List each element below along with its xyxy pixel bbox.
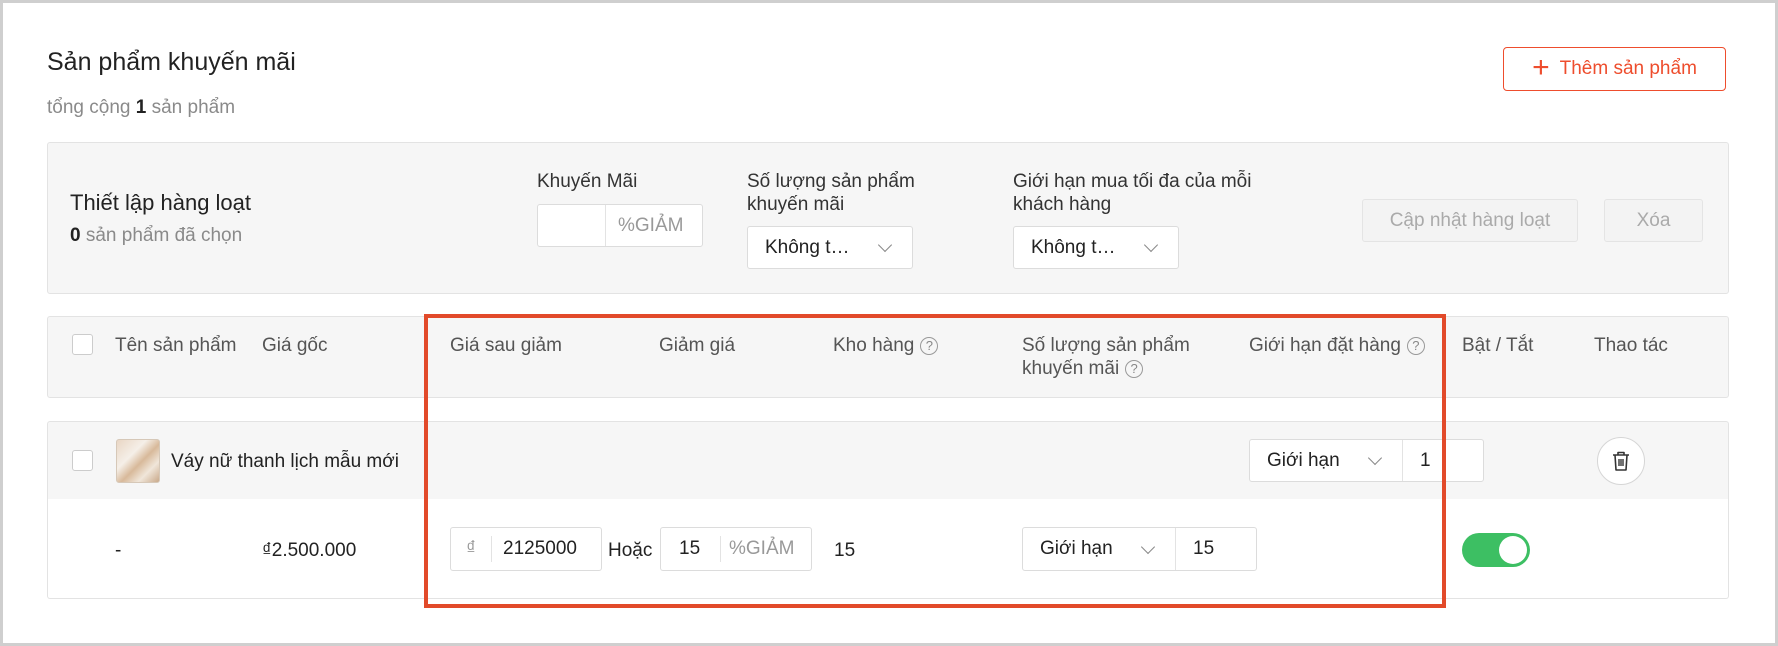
bulk-delete-button[interactable]: Xóa: [1604, 199, 1703, 242]
selected-suffix: sản phẩm đã chọn: [85, 225, 243, 246]
col-sale-price: Giá sau giảm: [450, 335, 562, 356]
bulk-discount-field[interactable]: %GIẢM: [537, 204, 703, 247]
total-suffix: sản phẩm: [151, 97, 236, 118]
total-prefix: tổng cộng: [47, 97, 131, 118]
total-count: 1: [135, 97, 147, 118]
bulk-discount-label: Khuyến Mãi: [537, 171, 638, 192]
product-thumbnail: [116, 439, 160, 483]
col-promo-qty: Số lượng sản phẩm khuyến mãi?: [1022, 334, 1190, 380]
bulk-limit-label-line1: Giới hạn mua tối đa của mỗi: [1013, 171, 1252, 192]
order-limit-select[interactable]: Giới hạn: [1250, 440, 1403, 481]
help-icon[interactable]: ?: [920, 336, 939, 355]
col-original-price: Giá gốc: [262, 335, 328, 356]
bulk-qty-label-line1: Số lượng sản phẩm: [747, 171, 915, 192]
bulk-discount-input[interactable]: [538, 205, 606, 246]
plus-icon: +: [1532, 50, 1550, 84]
chevron-down-icon: [877, 237, 893, 253]
col-actions: Thao tác: [1594, 335, 1668, 356]
trash-icon: [1613, 451, 1629, 471]
chevron-down-icon: [1140, 539, 1156, 554]
or-text: Hoặc: [608, 540, 653, 561]
order-limit-input[interactable]: 1: [1403, 450, 1431, 472]
select-all-checkbox[interactable]: [72, 334, 93, 355]
currency-symbol: ₫: [451, 536, 492, 562]
order-limit-select-value: Giới hạn: [1267, 449, 1340, 471]
variation-name: -: [115, 540, 122, 561]
col-promo-qty-line1: Số lượng sản phẩm: [1022, 335, 1190, 356]
add-product-button[interactable]: + Thêm sản phẩm: [1503, 47, 1726, 91]
stock-value: 15: [834, 540, 856, 561]
bulk-title: Thiết lập hàng loạt: [70, 190, 252, 215]
col-order-limit-label: Giới hạn đặt hàng: [1249, 335, 1401, 356]
bulk-discount-unit: %GIẢM: [618, 214, 684, 236]
bulk-qty-select-value: Không t…: [765, 236, 850, 258]
product-name: Váy nữ thanh lịch mẫu mới: [171, 451, 399, 472]
product-checkbox[interactable]: [72, 450, 93, 471]
help-icon[interactable]: ?: [1125, 359, 1144, 378]
delete-product-button[interactable]: [1597, 437, 1645, 485]
add-product-label: Thêm sản phẩm: [1559, 58, 1697, 79]
chevron-down-icon: [1367, 450, 1383, 466]
col-stock-label: Kho hàng: [833, 335, 915, 356]
bulk-qty-select[interactable]: Không t…: [747, 226, 913, 269]
help-icon[interactable]: ?: [1406, 336, 1425, 355]
discount-field[interactable]: 15 %GIẢM: [660, 527, 812, 571]
promo-qty-select[interactable]: Giới hạn: [1023, 528, 1176, 570]
discount-input[interactable]: 15: [661, 536, 721, 562]
bulk-limit-label: Giới hạn mua tối đa của mỗi khách hàng: [1013, 170, 1251, 216]
col-toggle: Bật / Tắt: [1462, 335, 1534, 356]
col-stock: Kho hàng?: [833, 334, 939, 357]
sale-price-field[interactable]: ₫ 2125000: [450, 527, 602, 571]
col-order-limit: Giới hạn đặt hàng?: [1249, 334, 1425, 357]
promo-qty-select-value: Giới hạn: [1040, 538, 1113, 559]
promo-qty-input[interactable]: 15: [1176, 538, 1214, 560]
col-product-name: Tên sản phẩm: [115, 335, 237, 356]
bulk-qty-label-line2: khuyến mãi: [747, 194, 845, 215]
bulk-selected-count: 0 sản phẩm đã chọn: [70, 225, 242, 247]
selected-count: 0: [70, 225, 81, 246]
bulk-limit-label-line2: khách hàng: [1013, 194, 1112, 215]
bulk-qty-label: Số lượng sản phẩm khuyến mãi: [747, 170, 915, 216]
toggle-knob: [1499, 536, 1527, 564]
col-promo-qty-line2: khuyến mãi: [1022, 358, 1120, 379]
page-title: Sản phẩm khuyến mãi: [47, 48, 296, 76]
original-price: ₫2.500.000: [262, 540, 357, 561]
bulk-limit-select-value: Không t…: [1031, 236, 1116, 258]
sale-price-input[interactable]: 2125000: [492, 538, 577, 560]
bulk-update-button[interactable]: Cập nhật hàng loạt: [1362, 199, 1578, 242]
discount-unit: %GIẢM: [729, 538, 795, 559]
col-discount: Giảm giá: [659, 335, 736, 356]
bulk-limit-select[interactable]: Không t…: [1013, 226, 1179, 269]
chevron-down-icon: [1143, 237, 1159, 253]
table-header: [47, 316, 1729, 398]
product-count: tổng cộng 1 sản phẩm: [47, 97, 235, 119]
enable-toggle[interactable]: [1462, 533, 1530, 567]
promo-qty-field[interactable]: Giới hạn 15: [1022, 527, 1257, 571]
order-limit-field[interactable]: Giới hạn 1: [1249, 439, 1484, 482]
